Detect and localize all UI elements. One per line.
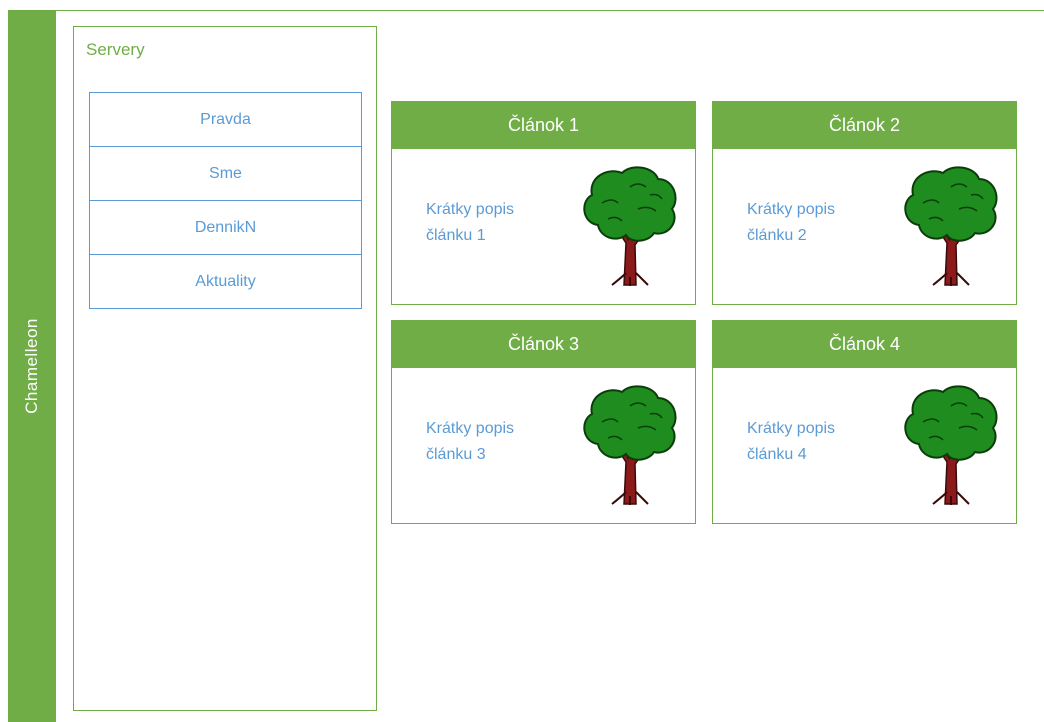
article-desc-line2: článku 1 <box>426 227 486 244</box>
brand-label: Chamelleon <box>22 318 41 414</box>
page: Chamelleon Servery Pravda Sme DennikN Ak… <box>0 0 1044 722</box>
server-list: Pravda Sme DennikN Aktuality <box>89 92 362 309</box>
top-divider <box>56 10 1044 11</box>
server-item-sme[interactable]: Sme <box>89 147 362 201</box>
article-body-4: Krátky popis článku 4 <box>713 368 1016 522</box>
article-title-3[interactable]: Článok 3 <box>391 320 696 368</box>
tree-icon <box>583 385 677 505</box>
article-desc-line1: Krátky popis <box>747 420 836 437</box>
tree-icon <box>904 166 998 286</box>
article-desc-line1: Krátky popis <box>426 420 515 437</box>
article-card-1[interactable]: Článok 1 Krátky popis článku 1 <box>391 101 696 305</box>
tree-icon <box>904 385 998 505</box>
brand-sidebar: Chamelleon <box>8 10 56 722</box>
article-desc-3[interactable]: Krátky popis článku 3 <box>426 416 514 468</box>
article-title-4[interactable]: Článok 4 <box>712 320 1017 368</box>
article-body-3: Krátky popis článku 3 <box>392 368 695 522</box>
server-item-aktuality[interactable]: Aktuality <box>89 255 362 309</box>
article-desc-line2: článku 2 <box>747 227 807 244</box>
article-body-1: Krátky popis článku 1 <box>392 149 695 303</box>
article-desc-1[interactable]: Krátky popis článku 1 <box>426 197 514 249</box>
article-title-1[interactable]: Článok 1 <box>391 101 696 149</box>
article-desc-2[interactable]: Krátky popis článku 2 <box>747 197 835 249</box>
article-body-2: Krátky popis článku 2 <box>713 149 1016 303</box>
article-desc-line2: článku 3 <box>426 446 486 463</box>
article-card-2[interactable]: Článok 2 Krátky popis článku 2 <box>712 101 1017 305</box>
servers-panel: Servery Pravda Sme DennikN Aktuality <box>73 26 377 711</box>
article-desc-line1: Krátky popis <box>426 201 515 218</box>
tree-icon <box>583 166 677 286</box>
article-card-4[interactable]: Článok 4 Krátky popis článku 4 <box>712 320 1017 524</box>
server-item-pravda[interactable]: Pravda <box>89 92 362 147</box>
article-title-2[interactable]: Článok 2 <box>712 101 1017 149</box>
article-desc-line1: Krátky popis <box>747 201 836 218</box>
article-desc-4[interactable]: Krátky popis článku 4 <box>747 416 835 468</box>
article-desc-line2: článku 4 <box>747 446 807 463</box>
article-card-3[interactable]: Článok 3 Krátky popis článku 3 <box>391 320 696 524</box>
server-item-dennikn[interactable]: DennikN <box>89 201 362 255</box>
servers-title: Servery <box>86 40 145 59</box>
